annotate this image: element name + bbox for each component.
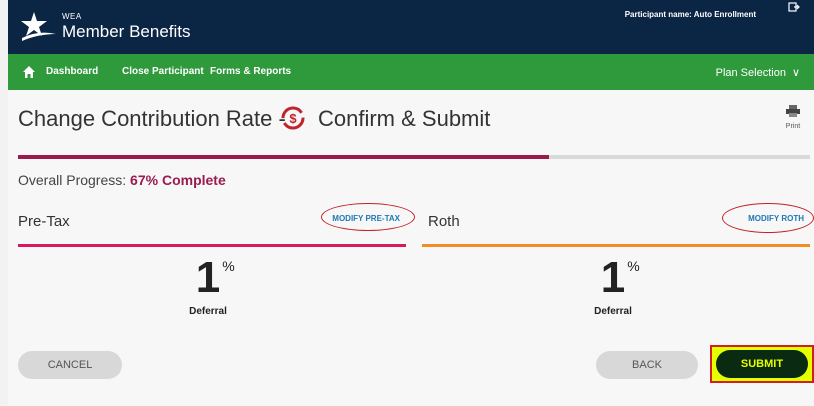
home-icon[interactable] [22,65,36,79]
annotation-circle-pretax [321,203,415,231]
nav-close-participant[interactable]: Close Participant [122,66,204,77]
pretax-rate: 1% Deferral [148,253,268,318]
pretax-label: Pre-Tax [18,213,70,230]
wea-logo[interactable]: WEA Member Benefits [20,10,210,46]
participant-name: Auto Enrollment [693,10,756,19]
cancel-button[interactable]: CANCEL [18,351,122,379]
participant-label: Participant name: [624,10,692,19]
refresh-dollar-icon: $ [281,106,305,130]
overall-progress-value: 67% Complete [130,172,226,188]
roth-caption: Deferral [594,306,632,317]
logo-small-text: WEA [62,12,82,21]
chevron-down-icon: ∨ [791,67,800,79]
pretax-rate-symbol: % [222,258,235,274]
roth-rate-symbol: % [627,258,640,274]
page-title: Change Contribution Rate - $ Confirm & S… [18,106,490,132]
back-button[interactable]: BACK [596,351,698,379]
pretax-rate-value: 1 [195,253,221,302]
plan-selection-label: Plan Selection [715,67,786,79]
step-title: Confirm & Submit [318,106,491,131]
nav-dashboard[interactable]: Dashboard [46,66,98,77]
main-nav: Dashboard Close Participant Forms & Repo… [8,54,814,90]
submit-button[interactable]: SUBMIT [716,350,808,378]
roth-rate-value: 1 [600,253,626,302]
page-title-text: Change Contribution Rate - [18,106,286,131]
printer-icon [786,105,800,117]
pretax-caption: Deferral [189,306,227,317]
annotation-circle-roth [722,203,814,233]
star-logo-icon [21,12,56,41]
overall-progress-label: Overall Progress: [18,172,127,188]
print-label: Print [785,123,801,130]
svg-text:$: $ [289,111,297,126]
logo-brand-text: Member Benefits [62,22,191,41]
roth-label: Roth [428,213,460,230]
submit-highlight: SUBMIT [710,345,814,383]
plan-selection-dropdown[interactable]: Plan Selection ∨ [716,66,800,79]
progress-bar-fill [18,155,549,159]
exit-icon[interactable] [788,2,800,12]
nav-forms-reports[interactable]: Forms & Reports [210,66,291,77]
overall-progress: Overall Progress: 67% Complete [18,172,226,188]
participant-info: Participant name: Auto Enrollment [625,10,756,19]
roth-rate: 1% Deferral [553,253,673,318]
progress-bar [18,155,810,159]
page: WEA Member Benefits Participant name: Au… [8,0,814,406]
print-button[interactable]: Print [778,104,808,130]
top-header: WEA Member Benefits Participant name: Au… [8,0,814,54]
